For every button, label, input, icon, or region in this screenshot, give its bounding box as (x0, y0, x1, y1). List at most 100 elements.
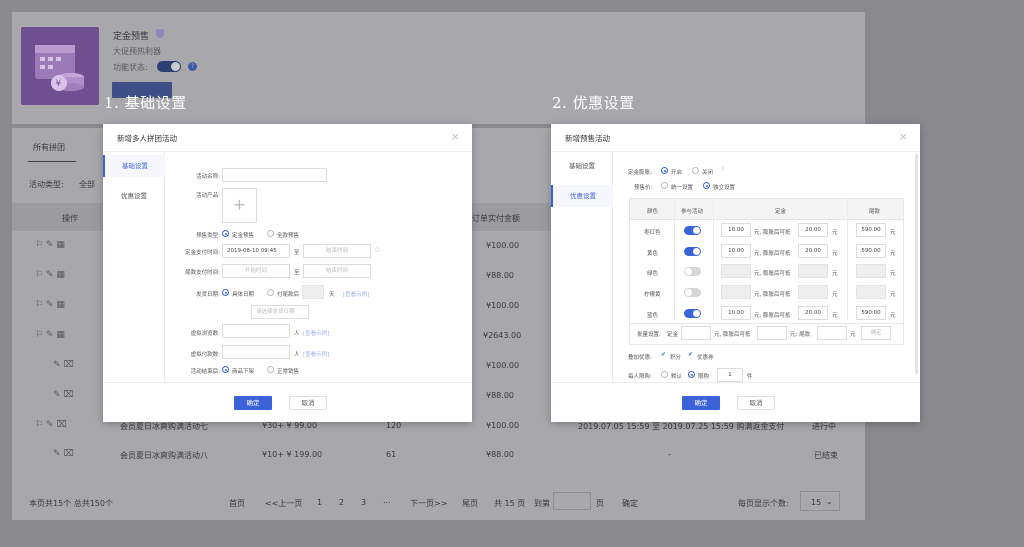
sidebar-item-basic[interactable]: 基础设置 (551, 155, 613, 177)
ship-days-input[interactable] (302, 285, 324, 299)
row-deposit-input[interactable]: 10.00 (721, 223, 751, 237)
pager-page[interactable]: 2 (339, 498, 344, 507)
cancel-button[interactable]: 取消 (737, 396, 775, 410)
row-deposit-input[interactable] (721, 264, 751, 278)
pager-page[interactable]: 3 (361, 498, 366, 507)
modal-basic-settings: 新增多人拼团活动 × 基础设置 优惠设置 活动名称: 活动产品: + 预售类型:… (103, 124, 472, 422)
browse-example-link[interactable]: [查看示例] (303, 329, 329, 337)
presale-radio-full[interactable] (267, 230, 274, 237)
row-active-toggle[interactable] (684, 226, 701, 235)
paid-value: ¥88.00 (486, 450, 514, 459)
to-text: 至 (294, 270, 300, 276)
inflate-opt-off: 关闭 (702, 170, 714, 176)
modal-sidebar: 基础设置 优惠设置 (103, 152, 165, 382)
close-icon[interactable]: × (451, 131, 460, 142)
cancel-button[interactable]: 取消 (289, 396, 327, 410)
filter-value[interactable]: 全部 (79, 179, 95, 190)
calendar-coin-icon: ¥ (35, 45, 84, 91)
sidebar-item-discount[interactable]: 优惠设置 (551, 185, 613, 207)
row-active-toggle[interactable] (684, 309, 701, 318)
batch-offset-input[interactable] (757, 326, 787, 340)
per-page-label: 每页显示个数: (738, 499, 789, 508)
ship-radio-after[interactable] (267, 289, 274, 296)
name-input[interactable] (222, 168, 327, 182)
row-deposit-input[interactable]: 10.00 (721, 306, 751, 320)
table-divider (674, 199, 675, 320)
status-toggle[interactable] (157, 61, 181, 72)
presale-radio-deposit[interactable] (222, 230, 229, 237)
pager-goto-input[interactable] (553, 492, 591, 510)
row-offset-input[interactable]: 20.00 (798, 223, 828, 237)
row-icons-6: ✎ ⌧ (53, 390, 74, 400)
row-deposit-input[interactable]: 10.00 (721, 244, 751, 258)
row-final-input[interactable] (856, 264, 886, 278)
row-final-input[interactable]: 590.00 (856, 223, 886, 237)
row-offset-input[interactable] (798, 285, 828, 299)
pager-confirm[interactable]: 确定 (622, 498, 638, 509)
shield-icon (156, 29, 164, 38)
batch-final-text: 元; 尾款 (790, 332, 811, 338)
row-offset-input[interactable]: 20.00 (798, 244, 828, 258)
check-icon[interactable]: ✔ (661, 351, 666, 358)
ship-opt-date: 具体日期 (232, 292, 255, 298)
row-deposit-input[interactable] (721, 285, 751, 299)
row-color: 蓝色 (647, 313, 659, 319)
end-way-label: 活动结束后: (190, 369, 220, 375)
price-radio-separate[interactable] (703, 182, 710, 189)
row-final-input[interactable]: 590.00 (856, 306, 886, 320)
row-final-input[interactable]: 590.00 (856, 244, 886, 258)
tab-all[interactable]: 所有拼团 (33, 142, 65, 153)
presale-opt-full: 全款预售 (277, 233, 300, 239)
stack-label: 叠加优惠: (628, 355, 652, 361)
ship-date-input[interactable]: 请选择发货日期 (251, 305, 309, 319)
modal-footer: 确定 取消 (103, 382, 472, 422)
limit-radio-limit[interactable] (688, 371, 695, 378)
pager-last[interactable]: 尾页 (462, 498, 478, 509)
row-offset-input[interactable]: 20.00 (798, 306, 828, 320)
deposit-start-input[interactable]: 2019-08-10 09:45 (222, 244, 290, 258)
yuan-unit: 元 (850, 332, 856, 338)
question-icon[interactable]: ? (188, 62, 197, 71)
ship-example-link[interactable]: [查看示例] (343, 290, 369, 298)
limit-radio-default[interactable] (661, 371, 668, 378)
virtual-browse-input[interactable] (222, 324, 290, 338)
col-color: 颜色 (647, 209, 659, 215)
row-active-toggle[interactable] (684, 247, 701, 256)
pager-first[interactable]: 首页 (229, 498, 245, 509)
inflate-radio-off[interactable] (692, 167, 699, 174)
final-end-input[interactable]: 结束时间 (303, 264, 371, 278)
batch-final-input[interactable] (817, 326, 847, 340)
confirm-button[interactable]: 确定 (234, 396, 272, 410)
inflate-radio-on[interactable] (661, 167, 668, 174)
check-icon[interactable]: ✔ (688, 351, 693, 358)
scrollbar[interactable] (915, 154, 918, 374)
price-opt-unified: 统一设置 (671, 185, 694, 191)
price-radio-unified[interactable] (661, 182, 668, 189)
pay-example-link[interactable]: [查看示例] (303, 350, 329, 358)
sidebar-item-basic[interactable]: 基础设置 (103, 155, 165, 177)
row-active-toggle[interactable] (684, 288, 701, 297)
yuan-unit: 元 (890, 230, 896, 236)
row-offset-input[interactable] (798, 264, 828, 278)
batch-confirm-button[interactable]: 确定 (861, 326, 891, 340)
limit-input[interactable]: 1 (717, 368, 743, 382)
end-radio-normal[interactable] (267, 366, 274, 373)
confirm-button[interactable]: 确定 (682, 396, 720, 410)
pager-page[interactable]: 1 (317, 498, 322, 507)
row-active-toggle[interactable] (684, 267, 701, 276)
inflate-help-icon[interactable]: ? (721, 167, 724, 173)
deposit-end-input[interactable]: 结束时间 (303, 244, 371, 258)
sidebar-item-discount[interactable]: 优惠设置 (103, 185, 165, 207)
paid-value: ¥100.00 (486, 421, 520, 430)
pager-prev[interactable]: <<上一页 (265, 498, 302, 509)
virtual-pay-input[interactable] (222, 345, 290, 359)
ship-radio-date[interactable] (222, 289, 229, 296)
batch-deposit-input[interactable] (681, 326, 711, 340)
add-product-button[interactable]: + (222, 188, 257, 223)
final-start-input[interactable]: 开始时间 (222, 264, 290, 278)
pager-next[interactable]: 下一页>> (410, 498, 447, 509)
end-radio-offshelf[interactable] (222, 366, 229, 373)
close-icon[interactable]: × (899, 131, 908, 142)
row-final-input[interactable] (856, 285, 886, 299)
yuan-unit: 元 (832, 251, 838, 257)
